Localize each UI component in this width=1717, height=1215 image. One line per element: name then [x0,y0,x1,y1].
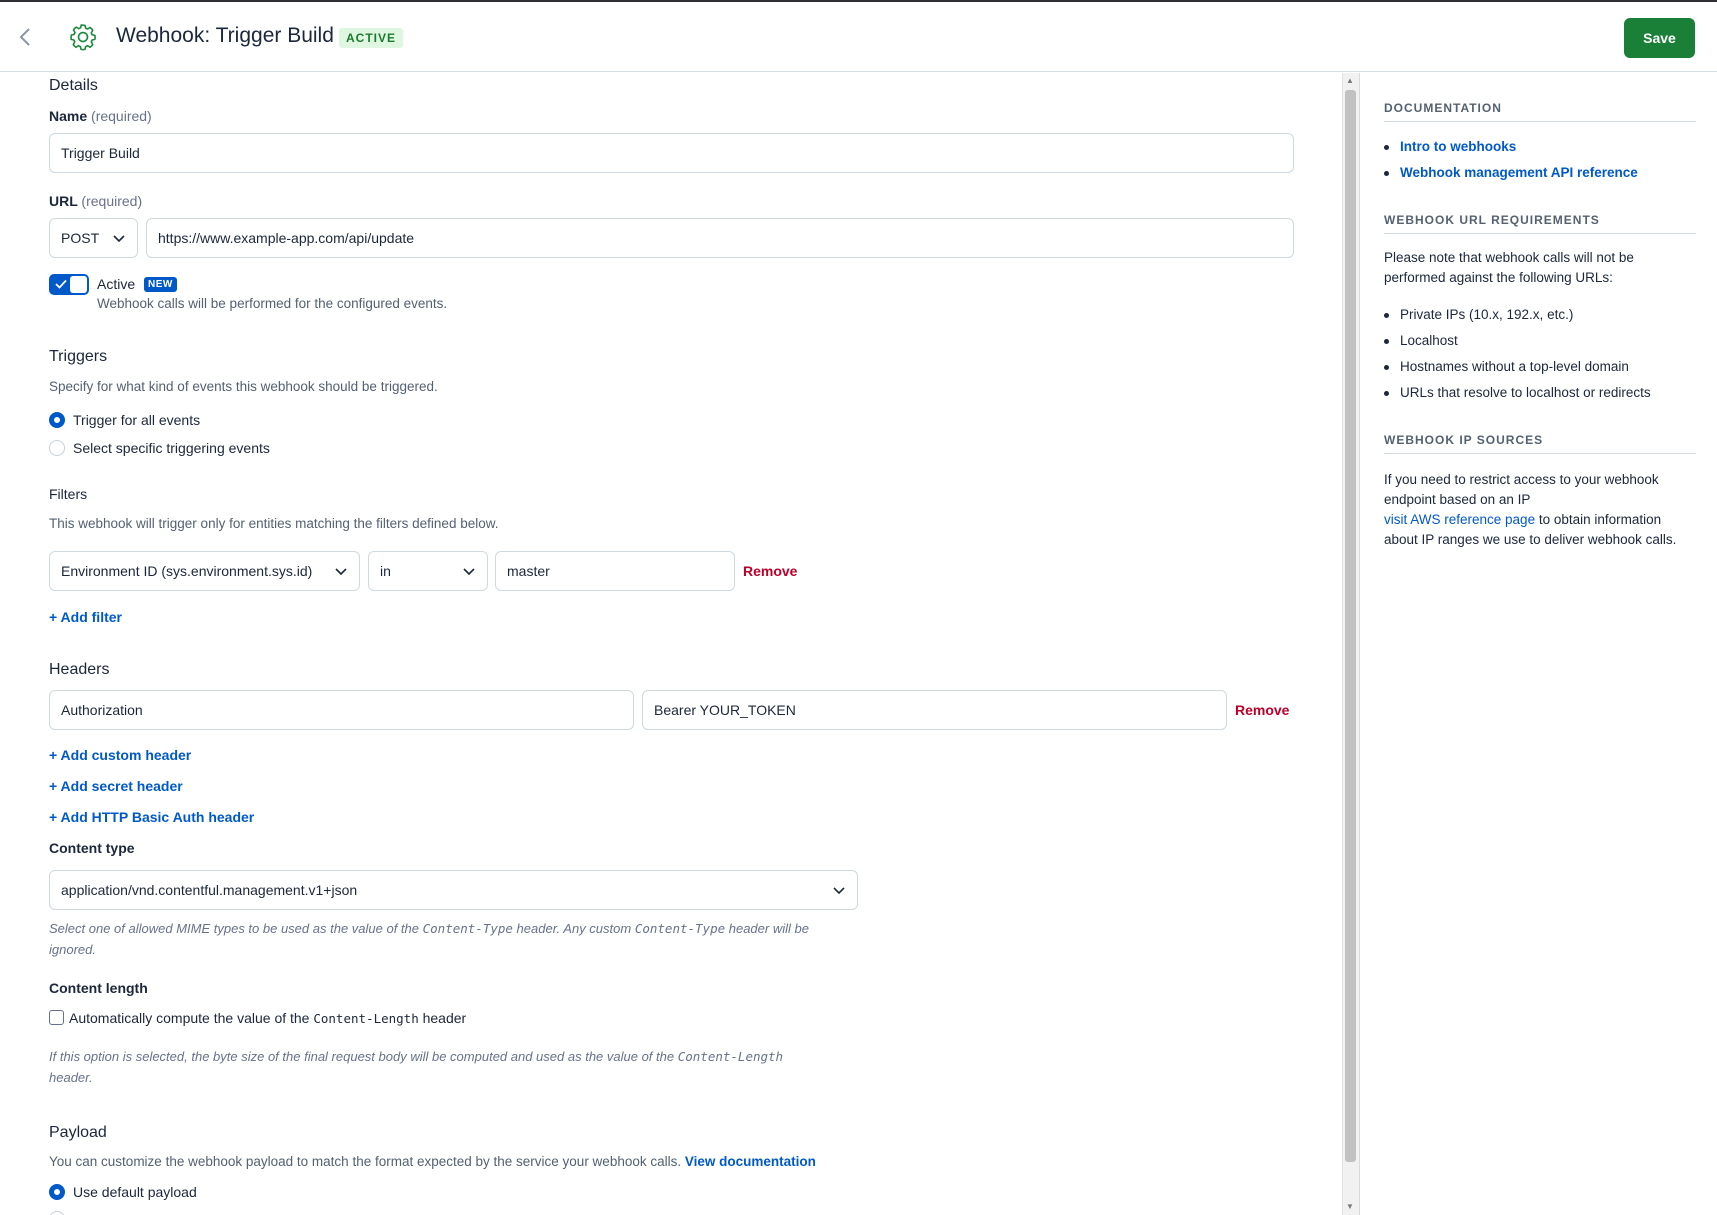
name-required-hint: (required) [91,108,152,124]
aws-reference-link[interactable]: visit AWS reference page [1384,512,1535,527]
content-length-help: If this option is selected, the byte siz… [49,1046,839,1088]
ip-sources-heading: WEBHOOK IP SOURCES [1384,433,1696,454]
content-length-code: Content-Length [677,1049,784,1064]
content-type-select[interactable]: application/vnd.contentful.management.v1… [49,870,858,910]
content-type-help: Select one of allowed MIME types to be u… [49,918,849,960]
ip-sources-text: If you need to restrict access to your w… [1384,470,1696,550]
gear-icon [70,24,96,51]
content-type-help-text: header. Any custom [512,921,635,936]
radio-default-payload-label: Use default payload [73,1184,197,1200]
add-filter-link[interactable]: + Add filter [49,609,122,625]
active-toggle[interactable] [49,274,89,295]
checkbox-label-text: Automatically compute the value of the [69,1010,314,1026]
content-type-label: Content type [49,840,135,856]
filter-field-select[interactable]: Environment ID (sys.environment.sys.id) [49,551,360,591]
name-label: Name (required) [49,108,152,124]
list-item: Hostnames without a top-level domain [1384,357,1651,383]
new-badge: NEW [144,277,177,292]
status-badge: ACTIVE [339,28,404,48]
details-heading: Details [49,77,98,94]
content-length-label: Content length [49,980,148,996]
main-form: Details Name (required) Trigger Build UR… [0,73,1342,1215]
url-label: URL (required) [49,193,142,209]
url-label-text: URL [49,193,78,209]
header-value-input[interactable]: Bearer YOUR_TOKEN [642,690,1227,730]
chevron-down-icon [833,887,845,895]
documentation-links: Intro to webhooks Webhook management API… [1384,137,1638,189]
content-type-value: application/vnd.contentful.management.v1… [61,882,358,898]
triggers-description: Specify for what kind of events this web… [49,379,438,394]
auto-content-length-checkbox[interactable] [49,1010,64,1025]
chevron-down-icon [113,235,125,243]
ip-sources-text-part: If you need to restrict access to your w… [1384,472,1659,507]
http-method-value: POST [61,230,100,246]
documentation-heading: DOCUMENTATION [1384,101,1696,122]
payload-description: You can customize the webhook payload to… [49,1154,816,1169]
scroll-up-arrow-icon[interactable]: ▲ [1346,76,1354,85]
radio-trigger-specific[interactable] [49,440,65,456]
checkbox-label-text: header [418,1010,467,1026]
url-required-hint: (required) [81,193,143,209]
filters-description: This webhook will trigger only for entit… [49,516,499,531]
doc-link-api-reference[interactable]: Webhook management API reference [1384,163,1638,189]
radio-trigger-all[interactable] [49,412,65,428]
content-length-help-text: header. [49,1070,93,1085]
header-remove-link[interactable]: Remove [1235,702,1289,718]
list-item: URLs that resolve to localhost or redire… [1384,383,1651,409]
http-method-select[interactable]: POST [49,218,138,258]
header-key-input[interactable]: Authorization [49,690,634,730]
payload-heading: Payload [49,1124,107,1141]
page-header: Webhook: Trigger Build ACTIVE Save [0,2,1717,72]
filters-heading: Filters [49,486,88,502]
add-secret-header-link[interactable]: + Add secret header [49,778,183,794]
url-requirements-intro: Please note that webhook calls will not … [1384,250,1634,285]
headers-heading: Headers [49,661,110,678]
active-help-text: Webhook calls will be performed for the … [97,296,448,311]
doc-link-api-reference-text[interactable]: Webhook management API reference [1400,165,1638,180]
content-type-help-text: header will be [725,921,809,936]
help-sidebar: DOCUMENTATION Intro to webhooks Webhook … [1359,73,1717,1215]
url-requirements-heading: WEBHOOK URL REQUIREMENTS [1384,213,1696,234]
scroll-down-arrow-icon[interactable]: ▼ [1346,1202,1354,1211]
auto-content-length-label: Automatically compute the value of the C… [69,1010,466,1026]
page-title: Webhook: Trigger Build [116,24,334,47]
content-type-code: Content-Type [634,921,726,936]
list-item: Localhost [1384,331,1651,357]
filter-remove-link[interactable]: Remove [743,563,797,579]
content-type-code: Content-Type [422,921,513,936]
url-requirements-list: Private IPs (10.x, 192.x, etc.) Localhos… [1384,305,1651,409]
chevron-left-icon [19,28,30,46]
content-type-help-text: Select one of allowed MIME types to be u… [49,921,423,936]
payload-description-text: You can customize the webhook payload to… [49,1154,682,1169]
list-item: Private IPs (10.x, 192.x, etc.) [1384,305,1651,331]
filter-field-value: Environment ID (sys.environment.sys.id) [61,563,313,579]
chevron-down-icon [335,568,347,576]
add-custom-header-link[interactable]: + Add custom header [49,747,191,763]
url-input[interactable]: https://www.example-app.com/api/update [146,218,1294,258]
add-basic-auth-header-link[interactable]: + Add HTTP Basic Auth header [49,809,254,825]
save-button[interactable]: Save [1624,18,1695,58]
filter-operator-select[interactable]: in [368,551,488,591]
radio-custom-payload[interactable] [49,1211,65,1215]
scrollbar-thumb[interactable] [1345,90,1356,1162]
filter-operator-value: in [380,563,391,579]
name-input[interactable]: Trigger Build [49,133,1294,173]
toggle-knob [70,276,87,293]
active-label: Active [97,276,136,292]
radio-trigger-all-label: Trigger for all events [73,412,201,428]
content-length-help-text: If this option is selected, the byte siz… [49,1049,678,1064]
checkbox-label-code: Content-Length [313,1011,419,1026]
content-type-help-text: ignored. [49,942,96,957]
name-label-text: Name [49,108,88,124]
radio-default-payload[interactable] [49,1184,65,1200]
radio-trigger-specific-label: Select specific triggering events [73,440,270,456]
back-button[interactable] [14,24,36,50]
filter-value-input[interactable]: master [495,551,735,591]
doc-link-intro-text[interactable]: Intro to webhooks [1400,139,1516,154]
chevron-down-icon [463,568,475,576]
triggers-heading: Triggers [49,348,108,365]
view-documentation-link[interactable]: View documentation [685,1154,816,1169]
doc-link-intro[interactable]: Intro to webhooks [1384,137,1638,163]
checkmark-icon [55,279,67,289]
